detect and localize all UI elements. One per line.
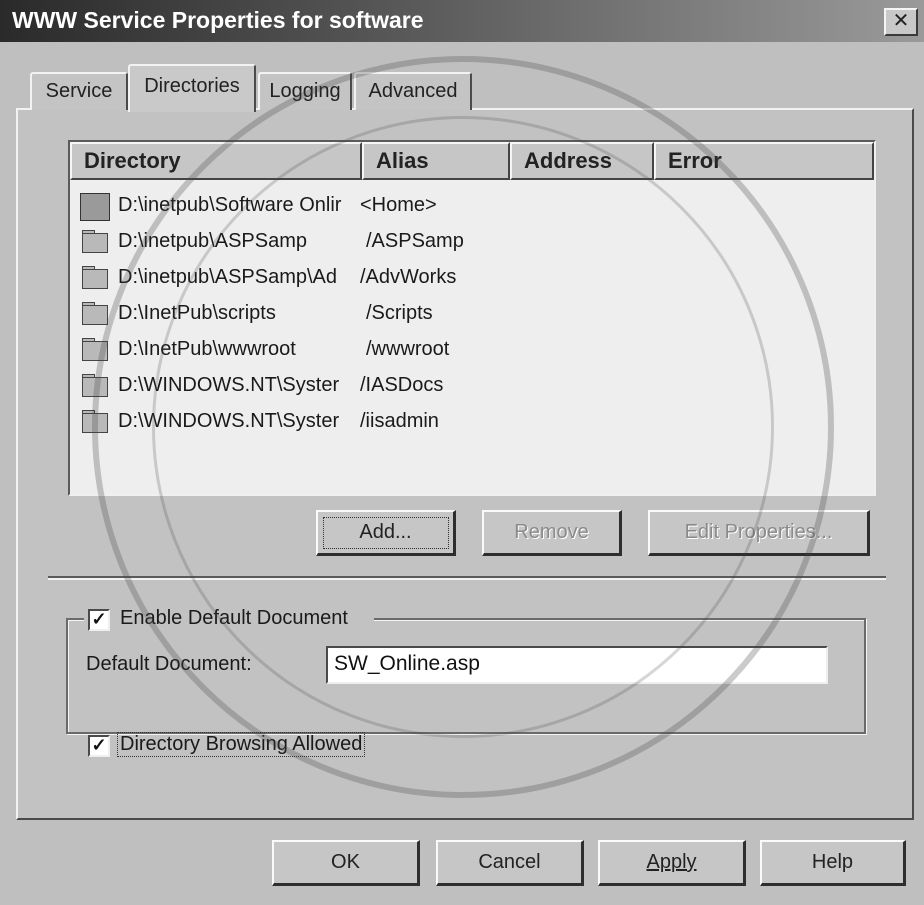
folder-icon — [82, 233, 108, 253]
default-document-input[interactable]: SW_Online.asp — [326, 646, 828, 684]
close-button[interactable]: ✕ — [884, 8, 918, 36]
directory-row[interactable]: D:\inetpub\ASPSamp\Ad /AdvWorks — [76, 262, 856, 298]
tab-service-label: Service — [45, 80, 113, 102]
directory-row[interactable]: D:\InetPub\scripts /Scripts — [76, 298, 856, 334]
directory-alias: /wwwroot — [366, 338, 450, 360]
edit-properties-button[interactable]: Edit Properties... — [648, 510, 870, 556]
folder-icon — [82, 305, 108, 325]
directory-row[interactable]: D:\inetpub\ASPSamp /ASPSamp — [76, 226, 856, 262]
folder-icon — [82, 269, 108, 289]
separator — [48, 576, 886, 580]
directory-alias: /AdvWorks — [360, 266, 457, 288]
help-button[interactable]: Help — [760, 840, 906, 886]
directory-path: D:\inetpub\Software Onlir — [118, 194, 342, 216]
tab-advanced-label: Advanced — [368, 80, 458, 102]
directory-list[interactable]: Directory Alias Address Error D:\inetpub… — [68, 140, 876, 496]
directory-alias: /iisadmin — [360, 410, 439, 432]
directory-path: D:\WINDOWS.NT\Syster — [118, 374, 340, 396]
directory-row[interactable]: D:\WINDOWS.NT\Syster /IASDocs — [76, 370, 856, 406]
column-header-alias[interactable]: Alias — [362, 142, 510, 180]
folder-icon — [82, 413, 108, 433]
apply-button[interactable]: Apply — [598, 840, 746, 886]
enable-default-document-label[interactable]: Enable Default Document — [120, 607, 348, 630]
directory-alias: /Scripts — [366, 302, 433, 324]
directory-alias: /IASDocs — [360, 374, 444, 396]
tab-logging[interactable]: Logging — [258, 72, 352, 110]
directory-path: D:\InetPub\scripts — [118, 302, 276, 324]
remove-button[interactable]: Remove — [482, 510, 622, 556]
tab-logging-label: Logging — [269, 80, 341, 102]
tab-directories-label: Directories — [144, 75, 240, 97]
column-header-directory[interactable]: Directory — [70, 142, 362, 180]
cancel-button[interactable]: Cancel — [436, 840, 584, 886]
home-directory-icon — [80, 193, 110, 221]
tab-directories[interactable]: Directories — [128, 64, 256, 112]
directory-row[interactable]: D:\WINDOWS.NT\Syster /iisadmin — [76, 406, 856, 442]
directory-path: D:\inetpub\ASPSamp\Ad — [118, 266, 338, 288]
directory-browsing-label[interactable]: Directory Browsing Allowed — [116, 732, 366, 757]
directory-path: D:\InetPub\wwwroot — [118, 338, 296, 360]
tab-advanced[interactable]: Advanced — [354, 72, 472, 110]
directory-alias: <Home> — [360, 194, 437, 216]
add-button[interactable]: Add... — [316, 510, 456, 556]
directory-alias: /ASPSamp — [366, 230, 464, 252]
directory-path: D:\WINDOWS.NT\Syster — [118, 410, 340, 432]
ok-button[interactable]: OK — [272, 840, 420, 886]
directory-path: D:\inetpub\ASPSamp — [118, 230, 307, 252]
default-document-label: Default Document: — [86, 653, 252, 675]
folder-icon — [82, 341, 108, 361]
tab-service[interactable]: Service — [30, 72, 128, 110]
enable-default-document-checkbox[interactable]: ✓ — [88, 609, 110, 631]
checkmark-icon: ✓ — [91, 609, 107, 629]
directory-row[interactable]: D:\inetpub\Software Onlir <Home> — [76, 190, 856, 226]
window-title: WWW Service Properties for software — [12, 7, 424, 33]
column-header-address[interactable]: Address — [510, 142, 654, 180]
checkmark-icon: ✓ — [91, 735, 107, 755]
folder-icon — [82, 377, 108, 397]
close-icon: ✕ — [892, 10, 910, 32]
column-header-error[interactable]: Error — [654, 142, 874, 180]
directory-browsing-checkbox[interactable]: ✓ — [88, 735, 110, 757]
directory-row[interactable]: D:\InetPub\wwwroot /wwwroot — [76, 334, 856, 370]
